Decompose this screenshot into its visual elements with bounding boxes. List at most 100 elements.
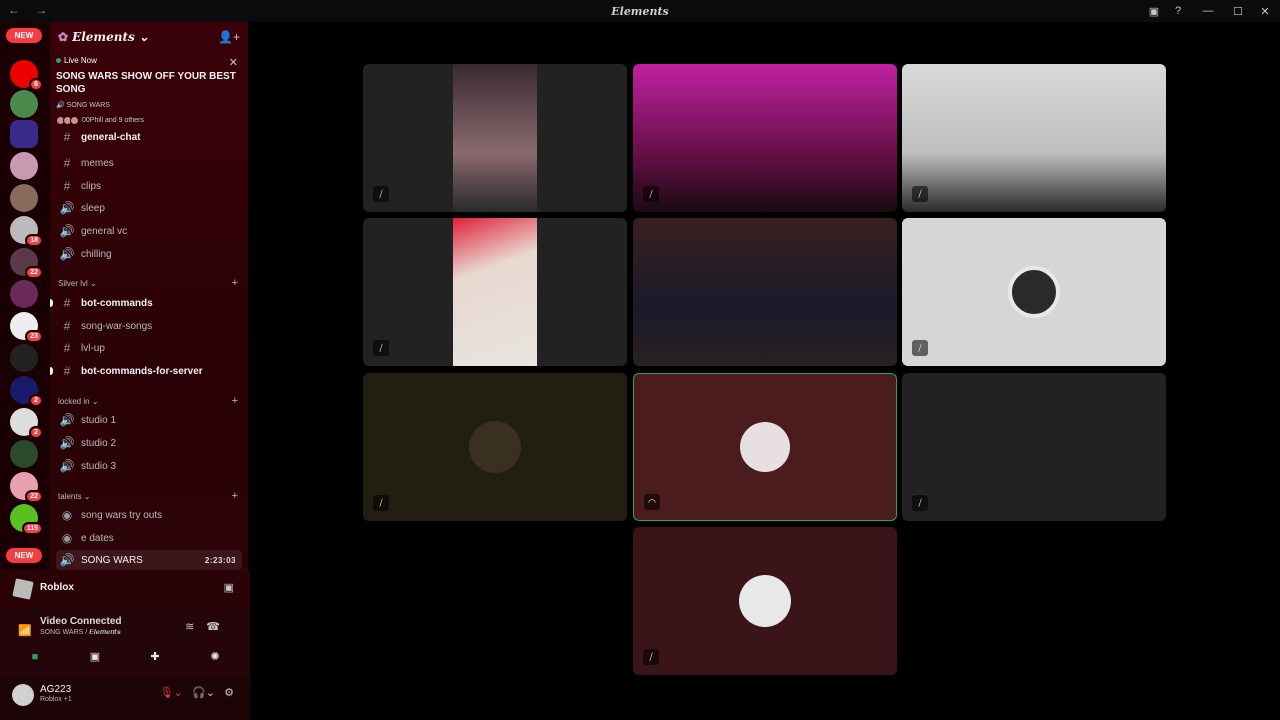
avatar xyxy=(469,421,521,473)
server-icon[interactable]: 23 xyxy=(10,312,43,343)
video-tile-speaking[interactable]: ◠ xyxy=(633,373,897,521)
mic-muted-icon: ⧸ xyxy=(912,340,928,356)
unread-badge: 2 xyxy=(29,426,43,439)
channel-general-vc[interactable]: 🔊 general vc xyxy=(56,221,242,241)
add-channel-icon[interactable]: + xyxy=(232,490,238,502)
headphones-icon[interactable]: 🎧⌄ xyxy=(192,687,215,699)
video-tile[interactable]: ⧸ xyxy=(363,64,627,212)
video-tile[interactable]: ⧸ xyxy=(902,64,1166,212)
voice-channel-icon: 🔊 xyxy=(59,436,75,450)
voice-channel-icon: 🔊 xyxy=(59,459,75,473)
channel-general-chat[interactable]: # general-chat xyxy=(56,131,242,143)
server-icon[interactable]: 18 xyxy=(10,216,43,247)
server-icon[interactable] xyxy=(10,344,38,372)
noise-suppression-icon[interactable]: ≋ xyxy=(185,621,206,633)
maximize-icon[interactable]: ☐ xyxy=(1226,5,1250,18)
channel-sidebar: ✿ 𝑬𝒍𝒆𝒎𝒆𝒏𝒕𝒔 ⌄ 👤+ Live Now ✕ SONG WARS SHOW… xyxy=(50,22,248,570)
server-icon[interactable] xyxy=(10,90,38,118)
live-now-card[interactable]: Live Now ✕ SONG WARS SHOW OFF YOUR BEST … xyxy=(56,56,242,136)
invite-icon[interactable]: 👤+ xyxy=(218,30,240,44)
channel-e-dates[interactable]: ◉ e dates xyxy=(56,528,242,548)
server-icon[interactable]: 22 xyxy=(10,248,43,279)
mic-muted-icon: ⧸ xyxy=(912,495,928,511)
text-channel-icon: # xyxy=(63,131,71,143)
screen-share-button[interactable]: ▣ xyxy=(70,646,120,668)
server-icon[interactable] xyxy=(10,120,38,148)
live-people: 00Phill and 9 others xyxy=(82,117,144,124)
activities-button[interactable]: ✚ xyxy=(130,646,180,668)
voice-location: SONG WARS / 𝑬𝒍𝒆𝒎𝒆𝒏𝒕𝒔 xyxy=(40,629,121,636)
server-icon[interactable]: 115 xyxy=(10,504,43,535)
mic-muted-icon: ⧸ xyxy=(643,649,659,665)
settings-gear-icon[interactable]: ⚙ xyxy=(224,687,234,699)
video-tile[interactable]: ⧸ xyxy=(633,64,897,212)
server-icon[interactable]: 2 xyxy=(10,408,43,439)
server-name[interactable]: ✿ 𝑬𝒍𝒆𝒎𝒆𝒏𝒕𝒔 ⌄ xyxy=(58,30,149,44)
avatar[interactable] xyxy=(12,684,34,706)
voice-status[interactable]: Video Connected xyxy=(40,616,122,627)
add-channel-icon[interactable]: + xyxy=(232,277,238,289)
help-icon[interactable]: ? xyxy=(1166,5,1190,17)
video-tile[interactable]: ⧸ xyxy=(363,373,627,521)
server-icon[interactable] xyxy=(10,280,38,308)
channel-song-war-songs[interactable]: # song-war-songs xyxy=(56,316,242,336)
channel-song-wars-try-outs[interactable]: ◉ song wars try outs xyxy=(56,505,242,525)
close-icon[interactable]: ✕ xyxy=(229,56,238,69)
category-silver-lvl[interactable]: Silver lvl ⌄ xyxy=(58,279,97,288)
mic-muted-icon: ⧸ xyxy=(373,340,389,356)
channel-clips[interactable]: # clips xyxy=(56,176,242,196)
channel-studio-2[interactable]: 🔊 studio 2 xyxy=(56,433,242,453)
voice-buttons: ■ ▣ ✚ ✺ xyxy=(10,646,240,668)
channel-song-wars[interactable]: 🔊 SONG WARS 2:23:03 xyxy=(56,550,242,570)
video-tile[interactable]: ⧸ xyxy=(363,218,627,366)
participant-video xyxy=(453,64,537,212)
server-icon[interactable] xyxy=(10,152,38,180)
camera-button[interactable]: ■ xyxy=(10,646,60,668)
video-tile[interactable]: ⧸ xyxy=(633,527,897,675)
mic-muted-icon[interactable]: 🎙⌄ xyxy=(160,687,183,699)
video-tile[interactable]: ⧸ xyxy=(902,373,1166,521)
minimize-icon[interactable]: — xyxy=(1190,5,1226,17)
close-icon[interactable]: ✕ xyxy=(1250,5,1280,18)
mic-muted-icon: ⧸ xyxy=(912,186,928,202)
server-flower-icon: ✿ xyxy=(58,30,69,44)
channel-memes[interactable]: # memes xyxy=(56,153,242,173)
unread-badge: 23 xyxy=(25,330,43,343)
mic-muted-icon: ⧸ xyxy=(373,186,389,202)
server-icon[interactable]: 6 xyxy=(10,60,43,91)
voice-connection-panel: 📶 Video Connected SONG WARS / 𝑬𝒍𝒆𝒎𝒆𝒏𝒕𝒔 ≋… xyxy=(0,608,250,678)
new-pill[interactable]: NEW xyxy=(6,548,42,563)
video-tile[interactable]: ⧸ xyxy=(902,218,1166,366)
mic-muted-icon: ⧸ xyxy=(643,186,659,202)
stage-channel-icon: ◉ xyxy=(61,531,73,545)
video-tile[interactable] xyxy=(633,218,897,366)
disconnect-icon[interactable]: ☎ xyxy=(206,621,232,633)
channel-sleep[interactable]: 🔊 sleep xyxy=(56,198,242,218)
channel-studio-3[interactable]: 🔊 studio 3 xyxy=(56,456,242,476)
channel-bot-commands-for-server[interactable]: # bot-commands-for-server xyxy=(50,361,242,381)
unread-badge: 18 xyxy=(25,234,43,247)
server-icon[interactable]: 22 xyxy=(10,472,43,503)
server-icon[interactable] xyxy=(10,184,38,212)
text-channel-icon: # xyxy=(63,156,71,170)
call-duration: 2:23:03 xyxy=(204,555,236,565)
new-pill[interactable]: NEW xyxy=(6,28,42,43)
channel-chilling[interactable]: 🔊 chilling xyxy=(56,244,242,264)
server-icon[interactable]: 2 xyxy=(10,376,43,407)
category-talents[interactable]: talents ⌄ xyxy=(58,492,91,501)
category-locked-in[interactable]: locked in ⌄ xyxy=(58,397,99,406)
channel-studio-1[interactable]: 🔊 studio 1 xyxy=(56,410,242,430)
stream-game-icon[interactable]: ▣ xyxy=(224,581,234,594)
channel-bot-commands[interactable]: # bot-commands xyxy=(50,293,242,313)
server-list: NEW 6 18 22 23 2 2 22 115 NEW xyxy=(0,22,50,570)
soundboard-button[interactable]: ✺ xyxy=(190,646,240,668)
unread-badge: 22 xyxy=(25,266,43,279)
unread-badge: 6 xyxy=(29,78,43,91)
text-channel-icon: # xyxy=(63,296,71,310)
server-icon[interactable] xyxy=(10,440,38,468)
live-tag: Live Now xyxy=(64,56,97,65)
add-channel-icon[interactable]: + xyxy=(232,395,238,407)
channel-lvl-up[interactable]: # lvl-up xyxy=(56,338,242,358)
screen-share-icon[interactable]: ▣ xyxy=(1142,5,1166,18)
voice-channel-icon: 🔊 xyxy=(59,247,75,261)
